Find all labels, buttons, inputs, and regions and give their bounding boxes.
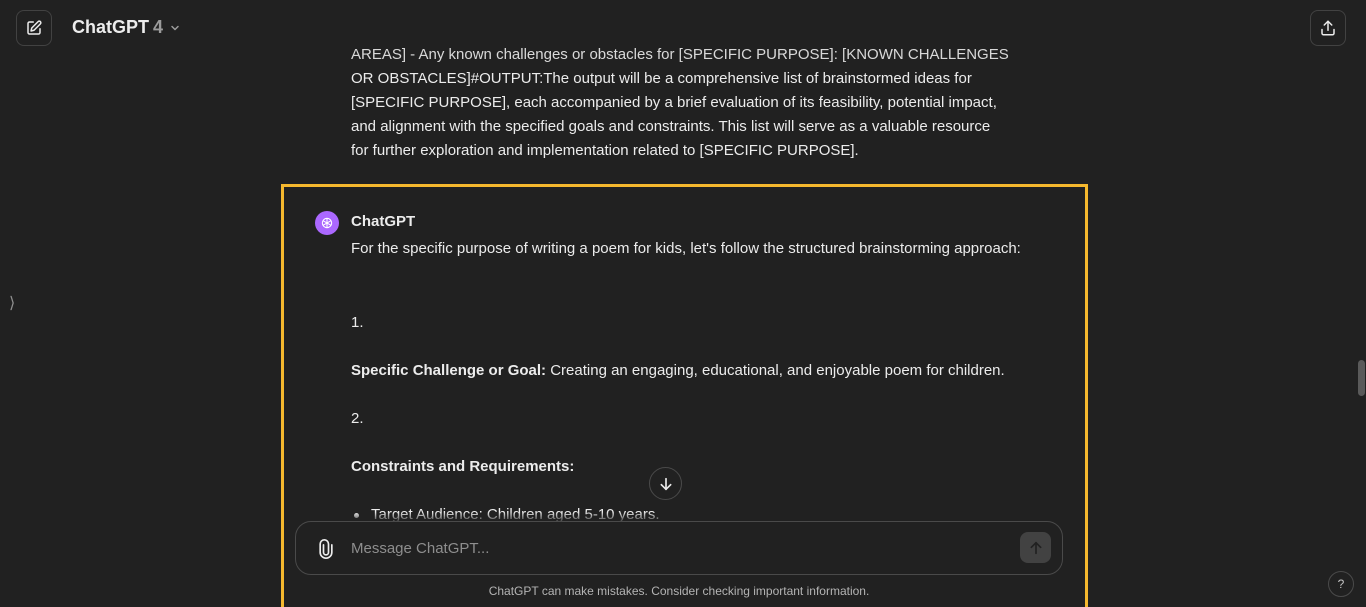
disclaimer-text: ChatGPT can make mistakes. Consider chec… xyxy=(488,584,870,598)
message-input[interactable] xyxy=(351,536,1001,560)
user-message-line: for further exploration and implementati… xyxy=(351,142,859,159)
top-bar: ChatGPT 4 xyxy=(0,0,1366,56)
user-message-line: and alignment with the specified goals a… xyxy=(351,118,991,135)
reply-item-number: 1. xyxy=(351,314,364,331)
reply-item-number: 2. xyxy=(351,410,364,427)
user-message-line: [SPECIFIC PURPOSE], each accompanied by … xyxy=(351,94,997,111)
arrow-down-icon xyxy=(660,477,671,490)
chatgpt-avatar xyxy=(315,211,339,235)
model-version: 4 xyxy=(153,17,164,37)
share-button[interactable] xyxy=(1310,10,1346,46)
sidebar-toggle[interactable]: ⟩ xyxy=(9,293,15,313)
reply-item-text: Creating an engaging, educational, and e… xyxy=(546,362,1005,379)
reply-intro: For the specific purpose of writing a po… xyxy=(351,240,1021,257)
reply-item-label: Constraints and Requirements: xyxy=(351,458,575,475)
user-message: AREAS] - Any known challenges or obstacl… xyxy=(351,43,1041,163)
arrow-up-icon xyxy=(1030,541,1041,554)
attach-button[interactable] xyxy=(316,538,336,560)
assistant-reply: For the specific purpose of writing a po… xyxy=(351,235,1041,523)
edit-icon xyxy=(27,20,42,35)
reply-item-constraints: Constraints and Requirements: xyxy=(351,455,574,479)
user-message-line: OR OBSTACLES]#OUTPUT:The output will be … xyxy=(351,70,972,87)
send-button[interactable] xyxy=(1020,532,1051,563)
chatgpt-app: AREAS] - Any known challenges or obstacl… xyxy=(0,0,1366,607)
scrollbar-thumb[interactable] xyxy=(1358,360,1365,396)
scroll-to-bottom-button[interactable] xyxy=(649,467,682,500)
reply-item-label: Specific Challenge or Goal: xyxy=(351,362,547,379)
help-button[interactable]: ? xyxy=(1328,571,1354,597)
model-selector[interactable]: ChatGPT 4 xyxy=(72,17,181,38)
new-chat-button[interactable] xyxy=(16,10,52,46)
share-icon xyxy=(1321,20,1335,36)
message-composer xyxy=(295,521,1063,575)
model-name: ChatGPT xyxy=(72,17,150,37)
assistant-author: ChatGPT xyxy=(351,213,416,230)
openai-logo-icon xyxy=(321,217,333,229)
paperclip-icon xyxy=(319,539,333,559)
chevron-down-icon xyxy=(171,25,179,30)
reply-item-challenge: Specific Challenge or Goal: Creating an … xyxy=(351,359,1005,383)
